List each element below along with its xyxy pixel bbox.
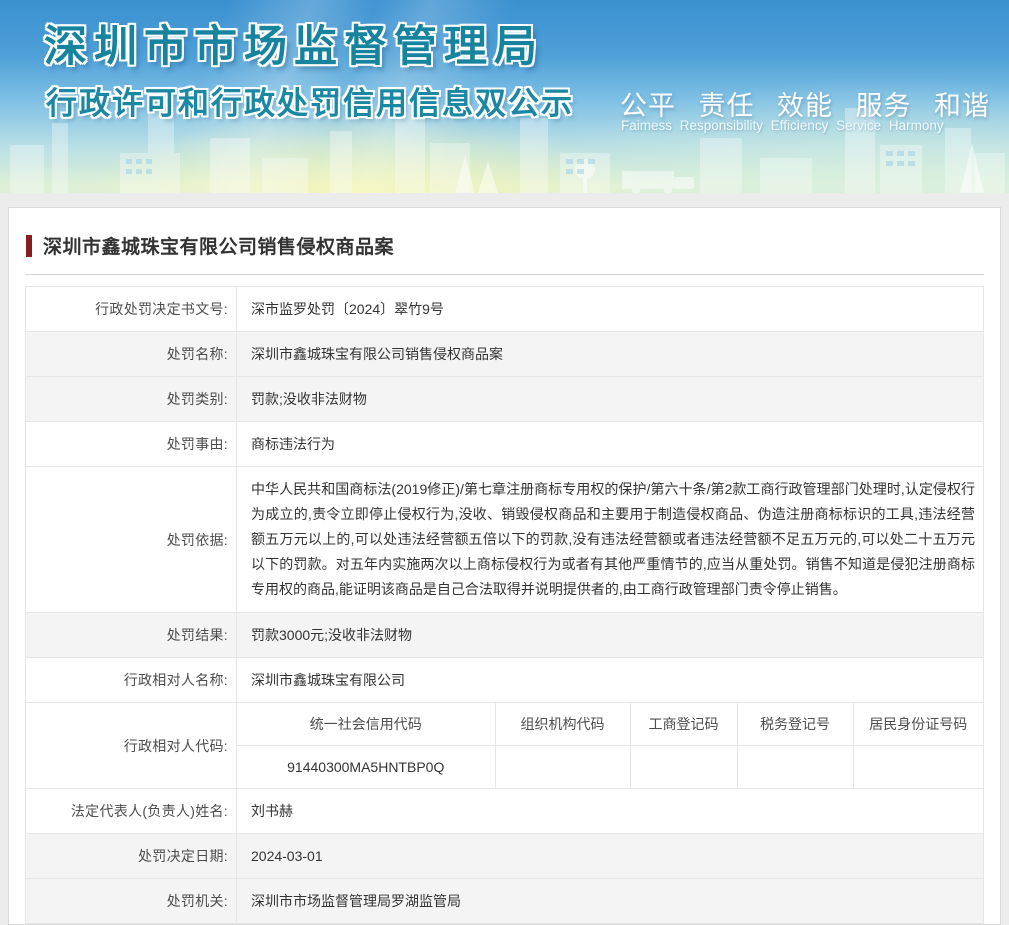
content-panel: 深圳市鑫城珠宝有限公司销售侵权商品案 行政处罚决定书文号: 深市监罗处罚〔202…: [8, 207, 1001, 925]
title-accent-bar: [26, 234, 32, 257]
field-value: 2024-03-01: [236, 833, 984, 879]
tax-registration-code: [736, 745, 854, 788]
field-label: 处罚依据:: [25, 466, 237, 613]
unified-social-credit-code: 91440300MA5HNTBP0Q: [237, 745, 496, 788]
field-label: 处罚事由:: [25, 421, 237, 467]
field-value: 深圳市鑫城珠宝有限公司销售侵权商品案: [236, 331, 984, 377]
field-label: 法定代表人(负责人)姓名:: [25, 788, 237, 834]
title-divider: [25, 274, 984, 275]
field-value: 刘书赫: [236, 788, 984, 834]
row-penalty-name: 处罚名称: 深圳市鑫城珠宝有限公司销售侵权商品案: [25, 331, 984, 377]
code-value-row: 91440300MA5HNTBP0Q: [237, 745, 983, 788]
field-label: 处罚名称:: [25, 331, 237, 377]
banner-subtitle: 行政许可和行政处罚信用信息双公示: [46, 86, 574, 121]
code-col-header: 居民身份证号码: [852, 703, 983, 746]
code-col-header: 工商登记码: [629, 703, 738, 746]
code-col-header: 统一社会信用代码: [237, 703, 496, 746]
row-penalty-result: 处罚结果: 罚款3000元;没收非法财物: [25, 612, 984, 658]
case-title: 深圳市鑫城珠宝有限公司销售侵权商品案: [43, 237, 395, 258]
row-penalty-basis: 处罚依据: 中华人民共和国商标法(2019修正)/第七章注册商标专用权的保护/第…: [25, 466, 984, 613]
code-col-header: 税务登记号: [736, 703, 854, 746]
penalty-info-table: 行政处罚决定书文号: 深市监罗处罚〔2024〕翠竹9号 处罚名称: 深圳市鑫城珠…: [25, 286, 984, 924]
slogan-english: Faimess Responsibility Efficiency Servic…: [621, 118, 944, 133]
field-label: 处罚结果:: [25, 612, 237, 658]
row-penalty-category: 处罚类别: 罚款;没收非法财物: [25, 376, 984, 422]
case-title-block: 深圳市鑫城珠宝有限公司销售侵权商品案: [9, 208, 1000, 259]
field-label: 行政处罚决定书文号:: [25, 286, 237, 332]
field-value: 深市监罗处罚〔2024〕翠竹9号: [236, 286, 984, 332]
row-counterpart-codes: 行政相对人代码: 统一社会信用代码 组织机构代码 工商登记码 税务登记号 居民身…: [25, 702, 984, 789]
code-header-row: 统一社会信用代码 组织机构代码 工商登记码 税务登记号 居民身份证号码: [237, 703, 983, 746]
field-label: 处罚决定日期:: [25, 833, 237, 879]
field-value: 深圳市市场监督管理局罗湖监管局: [236, 878, 984, 924]
counterpart-code-table: 统一社会信用代码 组织机构代码 工商登记码 税务登记号 居民身份证号码 9144…: [237, 703, 983, 788]
field-label: 行政相对人代码:: [25, 702, 237, 789]
row-legal-representative: 法定代表人(负责人)姓名: 刘书赫: [25, 788, 984, 834]
site-banner: 深圳市市场监督管理局 行政许可和行政处罚信用信息双公示 公平 责任 效能 服务 …: [0, 0, 1009, 193]
field-value: 罚款;没收非法财物: [236, 376, 984, 422]
row-penalty-reason: 处罚事由: 商标违法行为: [25, 421, 984, 467]
field-value: 深圳市鑫城珠宝有限公司: [236, 657, 984, 703]
field-label: 处罚类别:: [25, 376, 237, 422]
row-decision-doc-number: 行政处罚决定书文号: 深市监罗处罚〔2024〕翠竹9号: [25, 286, 984, 332]
row-counterpart-name: 行政相对人名称: 深圳市鑫城珠宝有限公司: [25, 657, 984, 703]
code-subtable-cell: 统一社会信用代码 组织机构代码 工商登记码 税务登记号 居民身份证号码 9144…: [236, 702, 984, 789]
row-penalty-authority: 处罚机关: 深圳市市场监督管理局罗湖监管局: [25, 878, 984, 924]
code-col-header: 组织机构代码: [494, 703, 631, 746]
field-label: 处罚机关:: [25, 878, 237, 924]
org-institution-code: [494, 745, 631, 788]
field-value: 罚款3000元;没收非法财物: [236, 612, 984, 658]
resident-id-number: [852, 745, 983, 788]
row-decision-date: 处罚决定日期: 2024-03-01: [25, 833, 984, 879]
field-value: 中华人民共和国商标法(2019修正)/第七章注册商标专用权的保护/第六十条/第2…: [236, 466, 984, 613]
business-registration-code: [629, 745, 738, 788]
field-label: 行政相对人名称:: [25, 657, 237, 703]
field-value: 商标违法行为: [236, 421, 984, 467]
agency-name: 深圳市市场监督管理局: [44, 23, 544, 71]
